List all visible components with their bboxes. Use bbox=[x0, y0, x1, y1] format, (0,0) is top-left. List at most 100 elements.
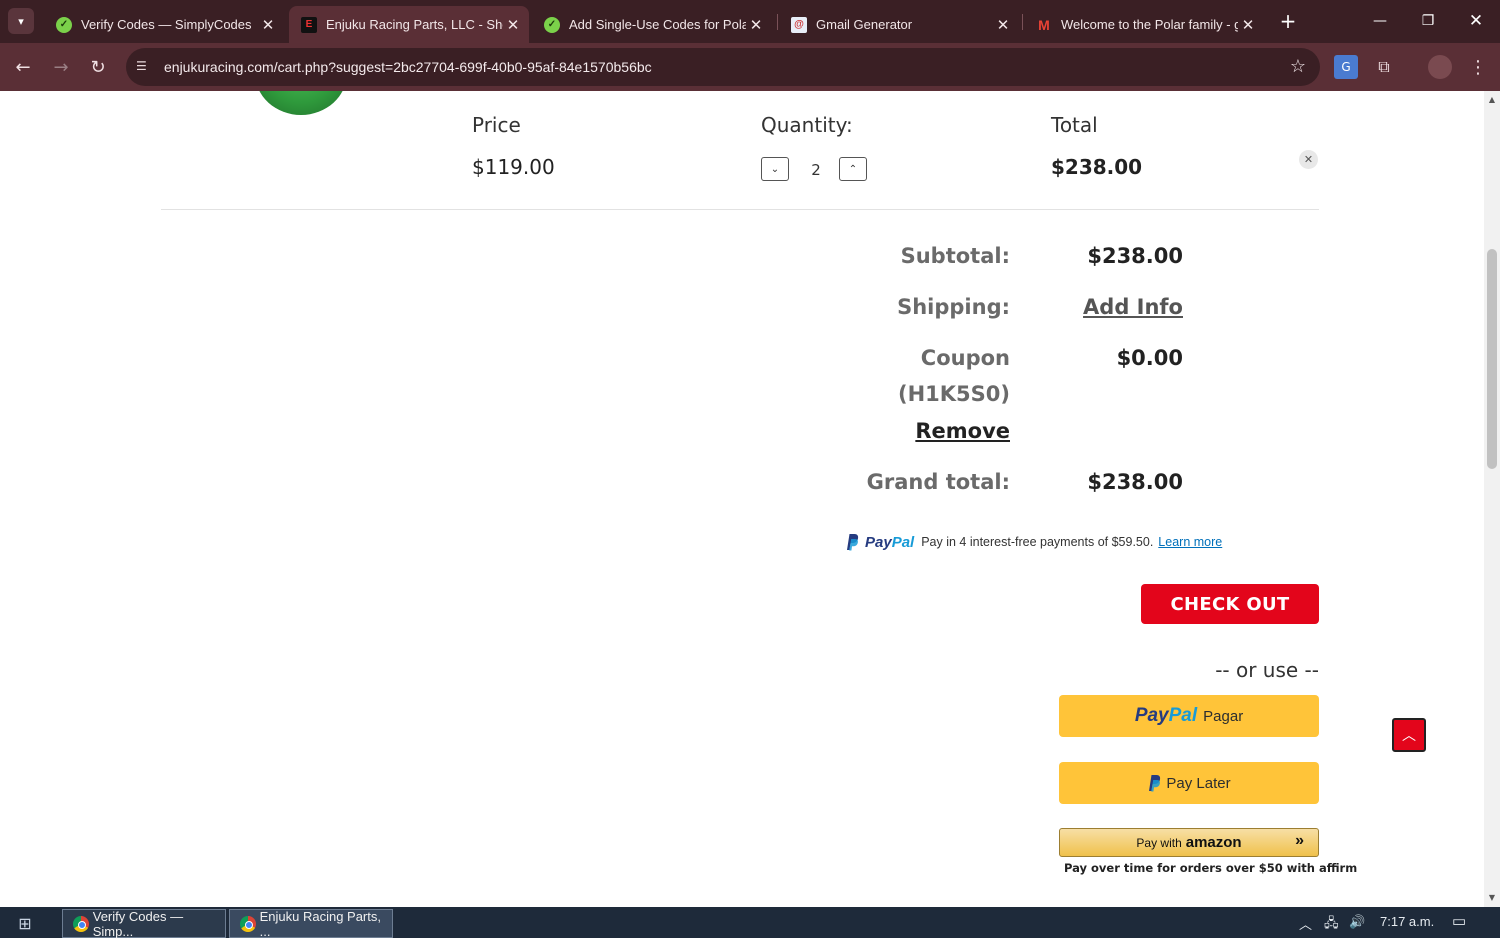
close-window-button[interactable]: ✕ bbox=[1456, 8, 1496, 34]
price-value: $119.00 bbox=[472, 155, 555, 179]
paypal-icon bbox=[847, 534, 859, 551]
restore-button[interactable]: ❐ bbox=[1408, 8, 1448, 34]
close-tab-icon[interactable]: ✕ bbox=[993, 16, 1013, 34]
network-icon[interactable]: 🖧 bbox=[1324, 914, 1339, 936]
paypal-wordmark-pay: Pay bbox=[865, 533, 892, 551]
close-icon: ✕ bbox=[1468, 11, 1484, 31]
taskbar-item-label: Verify Codes — Simp... bbox=[92, 908, 184, 939]
minimize-button[interactable]: — bbox=[1360, 8, 1400, 34]
coupon-code: (H1K5S0) bbox=[897, 382, 1010, 406]
site-settings-icon[interactable]: ☰ bbox=[136, 59, 152, 75]
tab-title: Add Single-Use Codes for Polar bbox=[569, 17, 746, 32]
close-tab-icon[interactable]: ✕ bbox=[746, 16, 766, 34]
tab-polar-welcome[interactable]: M Welcome to the Polar family - g ✕ bbox=[1024, 6, 1264, 43]
tab-verify-codes[interactable]: ✓ Verify Codes — SimplyCodes ✕ bbox=[44, 6, 284, 43]
scroll-to-top-button[interactable]: ︿ bbox=[1392, 718, 1426, 752]
shipping-add-info-link[interactable]: Add Info bbox=[1083, 295, 1183, 319]
amazon-pay-prefix: Pay with bbox=[1136, 835, 1182, 850]
more-menu-icon[interactable]: ⋮ bbox=[1466, 55, 1490, 79]
tab-title: Enjuku Racing Parts, LLC - Shop bbox=[326, 17, 503, 32]
restore-icon: ❐ bbox=[1421, 13, 1435, 29]
address-bar[interactable]: ☰ enjukuracing.com/cart.php?suggest=2bc2… bbox=[126, 48, 1320, 86]
paypal-logo-pay: Pay bbox=[1134, 705, 1169, 726]
task-view-icon[interactable]: ⊞ bbox=[14, 913, 36, 933]
paypal-wordmark-pal: Pal bbox=[891, 533, 915, 551]
checkout-button[interactable]: CHECK OUT bbox=[1141, 584, 1319, 624]
forward-button[interactable]: → bbox=[47, 53, 75, 81]
amazon-pay-button[interactable]: Pay with amazon » bbox=[1059, 828, 1319, 857]
chevron-up-icon: ︿ bbox=[1402, 728, 1416, 744]
learn-more-link[interactable]: Learn more bbox=[1158, 535, 1222, 549]
chevron-down-icon: ⌄ bbox=[770, 163, 780, 175]
close-tab-icon[interactable]: ✕ bbox=[1238, 16, 1258, 34]
reload-button[interactable]: ↻ bbox=[84, 53, 112, 81]
tray-chevron-up-icon[interactable]: ︿ bbox=[1299, 914, 1312, 933]
close-icon: ✕ bbox=[1303, 153, 1314, 166]
remove-coupon-link[interactable]: Remove bbox=[915, 419, 1010, 443]
coupon-value: $0.00 bbox=[1116, 346, 1183, 370]
plus-icon: + bbox=[1279, 9, 1297, 33]
paypal-logo: PayPal bbox=[1135, 705, 1197, 727]
close-tab-icon[interactable]: ✕ bbox=[503, 16, 523, 34]
quantity-label: Quantity: bbox=[761, 113, 853, 137]
chrome-icon bbox=[73, 915, 89, 932]
subtotal-label: Subtotal: bbox=[900, 244, 1010, 268]
paypal-pay-later-button[interactable]: Pay Later bbox=[1059, 762, 1319, 804]
clock[interactable]: 7:17 a.m. bbox=[1380, 914, 1434, 929]
product-image[interactable] bbox=[255, 91, 347, 115]
minimize-icon: — bbox=[1373, 13, 1387, 29]
page-scrollbar[interactable]: ▲ ▼ bbox=[1484, 91, 1500, 907]
paypal-logo-pal: Pal bbox=[1168, 705, 1198, 726]
chevron-up-icon: ⌃ bbox=[848, 163, 858, 175]
paypal-button-label: Pagar bbox=[1203, 707, 1244, 725]
url-text[interactable]: enjukuracing.com/cart.php?suggest=2bc277… bbox=[164, 59, 652, 75]
google-translate-icon[interactable]: G bbox=[1334, 55, 1358, 79]
quantity-decrease-button[interactable]: ⌄ bbox=[761, 157, 789, 181]
paypal-pagar-button[interactable]: PayPal Pagar bbox=[1059, 695, 1319, 737]
gmail-generator-favicon-icon: @ bbox=[791, 16, 807, 33]
tab-title: Gmail Generator bbox=[816, 17, 913, 32]
tab-title: Welcome to the Polar family - g bbox=[1061, 17, 1238, 32]
coupon-label: Coupon bbox=[920, 346, 1010, 370]
pay-in-4-text: Pay in 4 interest-free payments of $59.5… bbox=[921, 535, 1154, 549]
profile-avatar[interactable] bbox=[1428, 55, 1452, 79]
tab-enjuku[interactable]: E Enjuku Racing Parts, LLC - Shop ✕ bbox=[289, 6, 529, 43]
reload-icon: ↻ bbox=[90, 56, 106, 78]
tab-add-codes[interactable]: ✓ Add Single-Use Codes for Polar ✕ bbox=[532, 6, 772, 43]
grand-total-label: Grand total: bbox=[866, 470, 1010, 494]
quantity-value[interactable]: 2 bbox=[808, 161, 824, 179]
bookmark-star-icon[interactable]: ☆ bbox=[1290, 56, 1306, 77]
arrow-right-icon: → bbox=[53, 56, 69, 78]
tab-search-button[interactable]: ▾ bbox=[8, 8, 34, 34]
extensions-puzzle-icon[interactable]: ⧉ bbox=[1372, 55, 1396, 79]
shipping-label: Shipping: bbox=[897, 295, 1010, 319]
tab-divider bbox=[777, 14, 778, 30]
price-label: Price bbox=[472, 113, 521, 137]
scrollbar-thumb[interactable] bbox=[1487, 249, 1497, 469]
simplycodes-favicon-icon: ✓ bbox=[56, 16, 72, 33]
new-tab-button[interactable]: + bbox=[1268, 8, 1308, 34]
total-label: Total bbox=[1051, 113, 1098, 137]
taskbar-item-label: Enjuku Racing Parts, ... bbox=[259, 908, 381, 939]
taskbar-item-verify-codes[interactable]: Verify Codes — Simp... bbox=[62, 908, 226, 939]
gmail-icon: M bbox=[1038, 16, 1050, 33]
notifications-icon[interactable]: ▭ bbox=[1452, 912, 1466, 930]
affirm-message: Pay over time for orders over $50 with a… bbox=[1064, 861, 1358, 875]
scroll-down-arrow-icon[interactable]: ▼ bbox=[1487, 893, 1497, 902]
volume-icon[interactable]: 🔊 bbox=[1349, 914, 1365, 930]
subtotal-value: $238.00 bbox=[1087, 244, 1183, 268]
windows-taskbar: ⊞ Verify Codes — Simp... Enjuku Racing P… bbox=[0, 907, 1500, 939]
back-button[interactable]: ← bbox=[9, 53, 37, 81]
or-use-label: -- or use -- bbox=[1215, 658, 1319, 682]
simplycodes-favicon-icon: ✓ bbox=[544, 16, 560, 33]
tab-gmail-generator[interactable]: @ Gmail Generator ✕ bbox=[779, 6, 1019, 43]
scroll-up-arrow-icon[interactable]: ▲ bbox=[1487, 95, 1497, 104]
remove-item-button[interactable]: ✕ bbox=[1299, 150, 1318, 169]
quantity-increase-button[interactable]: ⌃ bbox=[839, 157, 867, 181]
taskbar-item-enjuku[interactable]: Enjuku Racing Parts, ... bbox=[229, 908, 393, 939]
close-tab-icon[interactable]: ✕ bbox=[258, 16, 278, 34]
paypal-wordmark: PayPal bbox=[865, 534, 914, 551]
chrome-icon bbox=[240, 915, 256, 932]
arrow-left-icon: ← bbox=[15, 56, 31, 78]
double-chevron-right-icon: » bbox=[1295, 832, 1304, 849]
